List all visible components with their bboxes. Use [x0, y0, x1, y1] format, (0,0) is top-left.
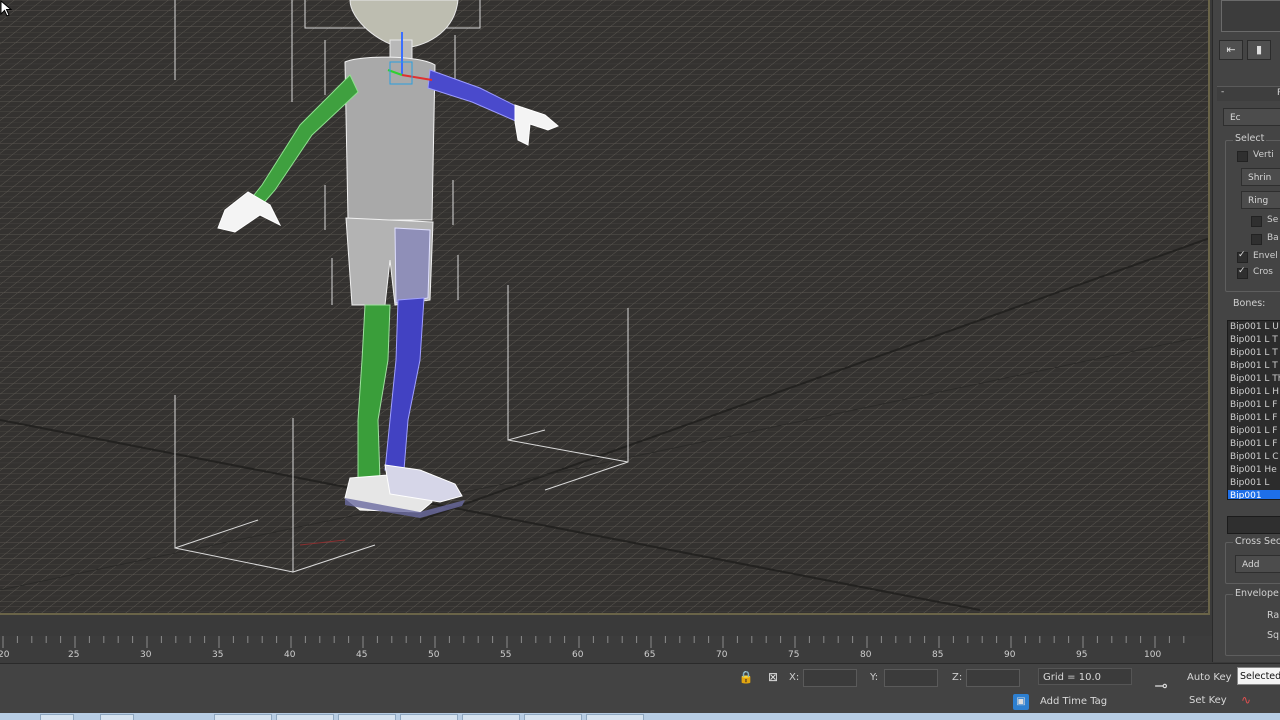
bone-list-item[interactable]: Bip001 L T: [1228, 334, 1280, 347]
envelopes-checkbox[interactable]: [1237, 250, 1248, 263]
bone-list-item[interactable]: Bip001 L F: [1228, 425, 1280, 438]
bone-list-item-selected[interactable]: Bip001: [1228, 490, 1280, 499]
bone-list-item[interactable]: Bip001 L H: [1228, 386, 1280, 399]
add-cross-section-button[interactable]: Add: [1235, 555, 1280, 573]
edit-envelopes-button[interactable]: Ec: [1223, 108, 1280, 126]
command-panel: ⇤ ▮ - P Ec Select Verti Shrin Ring Se Ba…: [1212, 0, 1280, 662]
timeline-tick-label: 90: [1004, 650, 1016, 660]
cross-section-group-label: Cross Sec: [1233, 536, 1280, 547]
timeline-tick-label: 100: [1144, 650, 1162, 660]
z-coordinate-field[interactable]: [966, 669, 1020, 687]
backface-label: Ba: [1267, 233, 1279, 243]
timeline-tick-label: 40: [284, 650, 296, 660]
viewport-canvas: [0, 0, 1208, 613]
timeline-tick-label: 65: [644, 650, 656, 660]
select-element-checkbox[interactable]: [1251, 216, 1262, 227]
rollout-collapse-icon: -: [1221, 87, 1225, 97]
z-label: Z:: [952, 672, 963, 683]
timeline-track-bar[interactable]: 20 25 30 35 40 45 50 55 60 65 70 75 80 8…: [0, 636, 1212, 663]
bone-list-item[interactable]: Bip001 L F: [1228, 438, 1280, 451]
cross-sections-checkbox[interactable]: [1237, 266, 1248, 279]
bones-list[interactable]: Bip001 L U Bip001 L T Bip001 L T Bip001 …: [1227, 320, 1280, 500]
taskbar-app-button[interactable]: [338, 714, 396, 720]
select-element-label: Se: [1267, 215, 1279, 225]
bone-list-item[interactable]: Bip001 L F: [1228, 399, 1280, 412]
radius-label: Ra: [1267, 610, 1280, 621]
key-filters-curve-icon[interactable]: ∿: [1238, 692, 1254, 708]
timeline-tick-label: 80: [860, 650, 872, 660]
add-time-tag-button[interactable]: Add Time Tag: [1040, 696, 1107, 707]
timeline-tick-label: 30: [140, 650, 152, 660]
absolute-relative-toggle-icon[interactable]: ⊠: [765, 669, 781, 685]
set-key-button[interactable]: Set Key: [1189, 695, 1227, 706]
cross-sections-label: Cros: [1253, 267, 1273, 277]
timeline-tick-label: 95: [1076, 650, 1088, 660]
taskbar-app-button[interactable]: [586, 714, 644, 720]
select-group-label: Select: [1233, 133, 1267, 144]
selection-lock-icon[interactable]: 🔒: [738, 669, 754, 685]
taskbar-app-button[interactable]: [100, 714, 134, 720]
x-coordinate-field[interactable]: [803, 669, 857, 687]
key-filter-dropdown[interactable]: Selected: [1237, 667, 1280, 685]
taskbar-app-button[interactable]: [524, 714, 582, 720]
vertices-label: Verti: [1253, 150, 1274, 160]
status-bar: 🔒 ⊠ X: Y: Z: Grid = 10.0 ▣ Add Time Tag …: [0, 663, 1280, 714]
bone-list-item[interactable]: Bip001 L C: [1228, 451, 1280, 464]
squash-label: Sq: [1267, 630, 1280, 641]
envelope-properties-group: [1225, 594, 1280, 656]
timeline-tick-label: 50: [428, 650, 440, 660]
bone-list-item[interactable]: Bip001 L Th: [1228, 373, 1280, 386]
timeline-tick-label: 70: [716, 650, 728, 660]
timeline-ticks: [2, 636, 1185, 648]
y-coordinate-field[interactable]: [884, 669, 938, 687]
y-label: Y:: [870, 672, 879, 683]
timeline-tick-label: 25: [68, 650, 80, 660]
x-label: X:: [789, 672, 800, 683]
bone-list-item[interactable]: Bip001 He: [1228, 464, 1280, 477]
timeline-tick-label: 20: [0, 650, 10, 660]
ring-button[interactable]: Ring: [1241, 191, 1280, 209]
bone-list-item[interactable]: Bip001 L T: [1228, 360, 1280, 373]
timeline-tick-label: 45: [356, 650, 368, 660]
taskbar-app-button[interactable]: [462, 714, 520, 720]
shrink-button[interactable]: Shrin: [1241, 168, 1280, 186]
bone-list-item[interactable]: Bip001 L: [1228, 477, 1280, 490]
timeline-tick-label: 55: [500, 650, 512, 660]
grid-size-readout: Grid = 10.0: [1038, 668, 1132, 685]
pin-stack-icon[interactable]: ⇤: [1219, 40, 1243, 60]
timeline-tick-label: 85: [932, 650, 944, 660]
modifier-stack-tools: ⇤ ▮: [1217, 38, 1280, 60]
vertices-checkbox[interactable]: [1237, 151, 1248, 162]
time-tag-icon[interactable]: ▣: [1013, 694, 1029, 710]
envelopes-label: Envel: [1253, 251, 1278, 261]
taskbar-app-button[interactable]: [400, 714, 458, 720]
os-taskbar: [0, 713, 1280, 720]
perspective-viewport[interactable]: [0, 0, 1210, 615]
bone-list-item[interactable]: Bip001 L T: [1228, 347, 1280, 360]
bone-list-item[interactable]: Bip001 L U: [1228, 321, 1280, 334]
mouse-cursor-icon: [0, 0, 13, 17]
timeline-tick-label: 60: [572, 650, 584, 660]
bone-list-item[interactable]: Bip001 L F: [1228, 412, 1280, 425]
auto-key-button[interactable]: Auto Key: [1187, 672, 1232, 683]
envelope-group-label: Envelope: [1233, 588, 1280, 599]
grid-plane: [0, 0, 1208, 613]
bone-name-field[interactable]: [1227, 516, 1280, 534]
taskbar-app-button[interactable]: [40, 714, 74, 720]
backface-checkbox[interactable]: [1251, 234, 1262, 245]
taskbar-app-button[interactable]: [214, 714, 272, 720]
object-color-swatch[interactable]: [1221, 0, 1280, 32]
key-mode-icon[interactable]: ⊸: [1148, 678, 1174, 694]
taskbar-app-button[interactable]: [276, 714, 334, 720]
parameters-rollout-header[interactable]: - P: [1217, 86, 1280, 101]
bones-label: Bones:: [1233, 298, 1266, 309]
timeline-tick-label: 75: [788, 650, 800, 660]
show-end-result-icon[interactable]: ▮: [1247, 40, 1271, 60]
timeline-tick-label: 35: [212, 650, 224, 660]
